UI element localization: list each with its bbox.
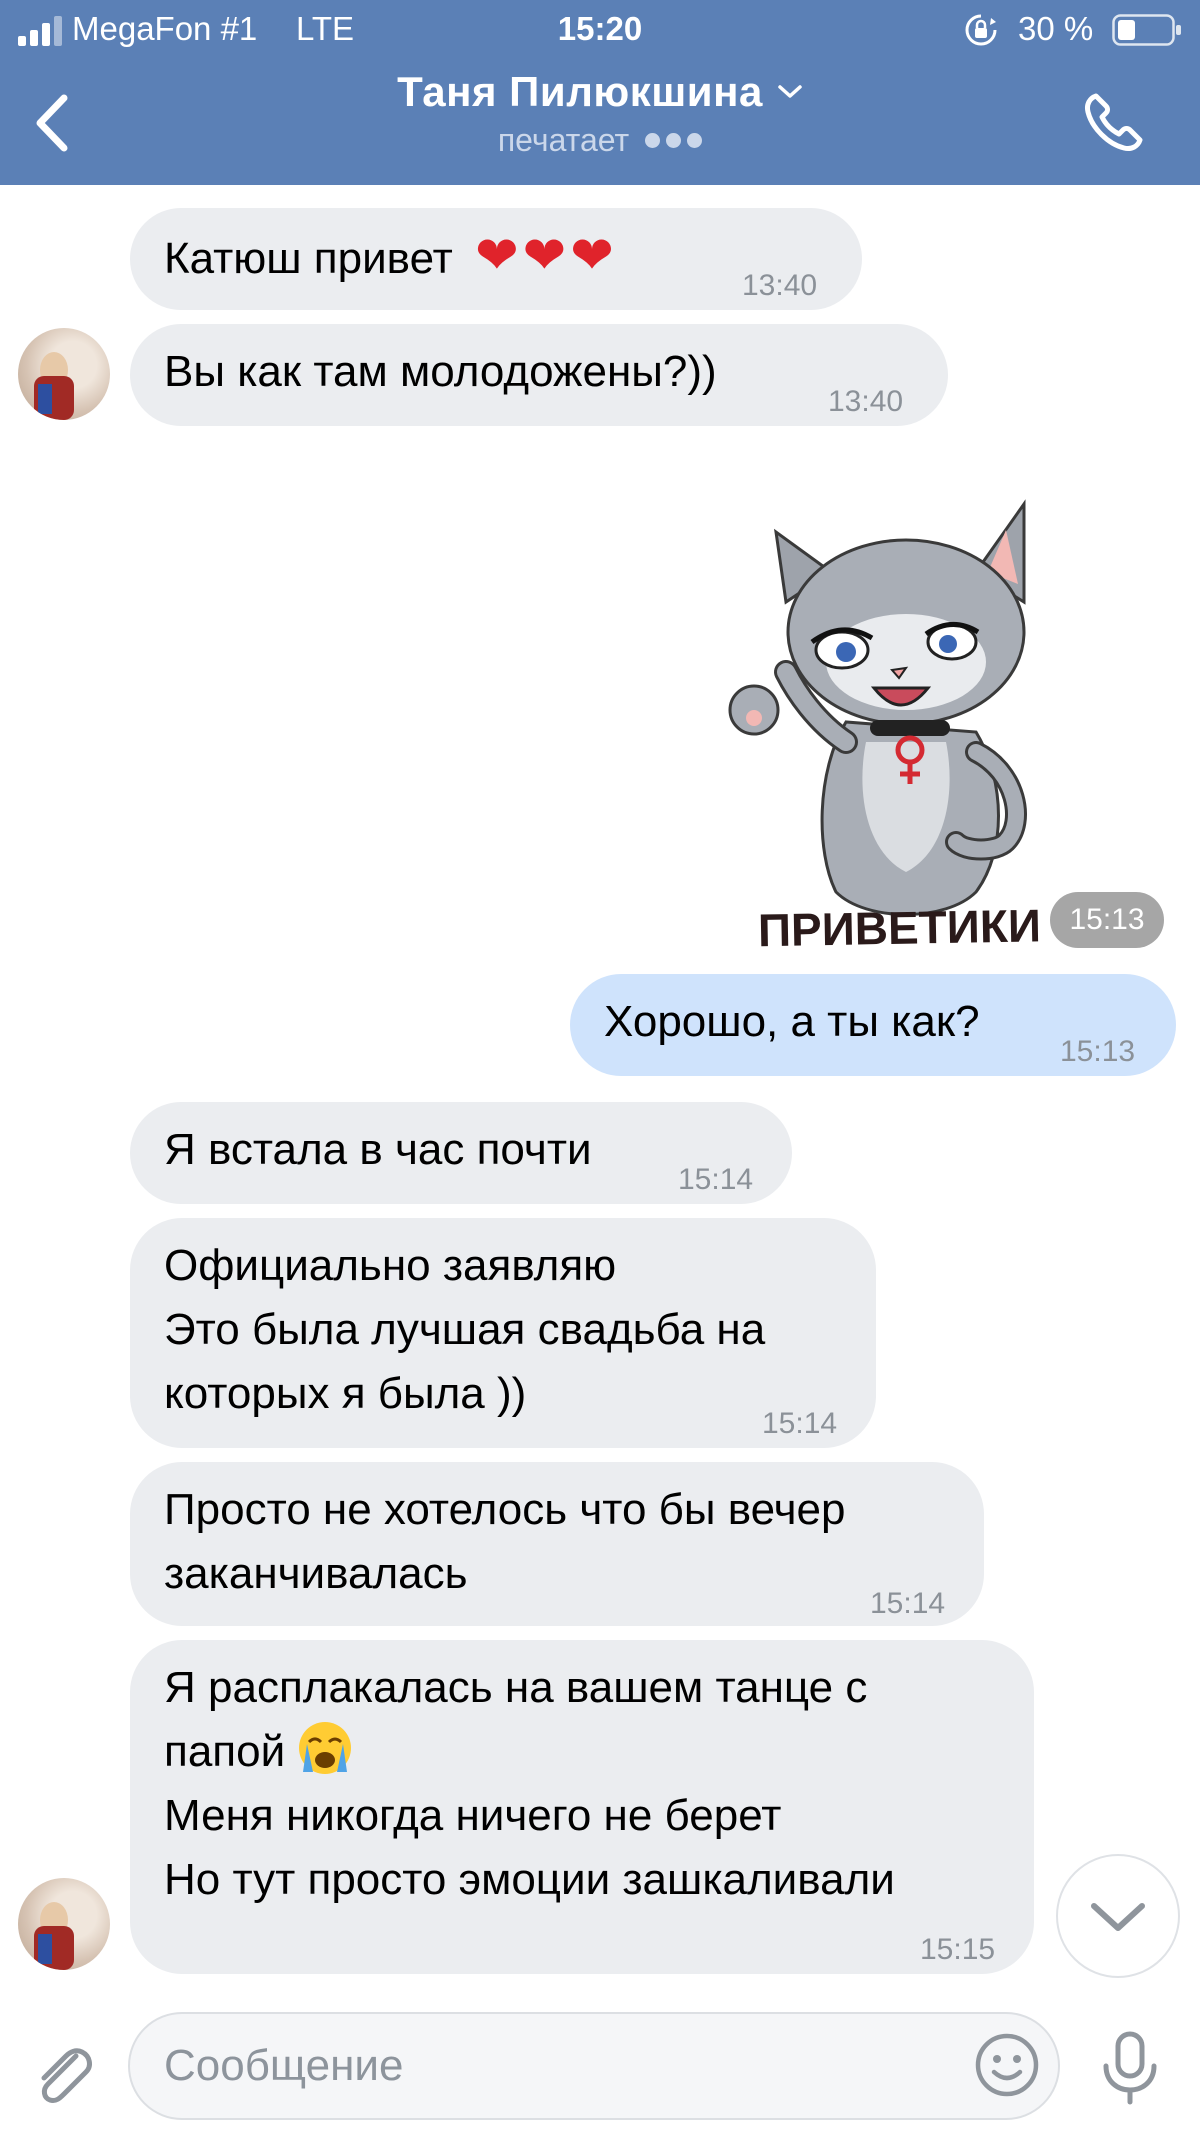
battery-percent: 30 % bbox=[1018, 10, 1094, 47]
message-bubble-incoming[interactable]: Вы как там молодожены?)) 13:40 bbox=[130, 324, 948, 426]
message-line-with-emoji: папой bbox=[164, 1720, 1000, 1784]
message-bubble-incoming[interactable]: Я расплакалась на вашем танце с папой Ме… bbox=[130, 1640, 1034, 1974]
heart-emoji-icon: ❤❤❤ bbox=[474, 227, 618, 285]
sticker-time: 15:13 bbox=[1050, 892, 1164, 948]
chevron-down-icon bbox=[778, 85, 802, 98]
scroll-down-button[interactable] bbox=[1056, 1854, 1180, 1978]
battery-icon bbox=[1112, 14, 1181, 46]
message-bubble-outgoing[interactable]: Хорошо, а ты как? 15:13 bbox=[570, 974, 1176, 1076]
message-time: 15:14 bbox=[678, 1163, 754, 1196]
message-text: Катюш привет bbox=[164, 234, 453, 283]
message-text: Хорошо, а ты как? bbox=[604, 997, 980, 1046]
cat-sticker[interactable]: ПРИВЕТИКИ bbox=[706, 492, 1066, 962]
typing-dots-icon bbox=[645, 133, 703, 148]
message-line: Это была лучшая свадьба на bbox=[164, 1305, 766, 1354]
message-line: заканчивалась bbox=[164, 1549, 468, 1598]
avatar-image bbox=[34, 352, 74, 420]
message-bubble-incoming[interactable]: Катюш привет ❤❤❤ 13:40 bbox=[130, 208, 862, 310]
message-text: Вы как там молодожены?)) bbox=[164, 347, 717, 396]
message-time: 13:40 bbox=[742, 269, 818, 302]
header-title-block[interactable]: Таня Пилюкшина печатает bbox=[0, 68, 1200, 159]
message-bubble-incoming[interactable]: Официально заявляю Это была лучшая свадь… bbox=[130, 1218, 876, 1448]
message-line: Просто не хотелось что бы вечер bbox=[164, 1485, 846, 1534]
message-bubble-incoming[interactable]: Я встала в час почти 15:14 bbox=[130, 1102, 792, 1204]
rotation-lock-icon bbox=[965, 14, 997, 46]
message-time: 15:14 bbox=[762, 1407, 838, 1440]
avatar[interactable] bbox=[18, 1878, 110, 1970]
message-time: 15:14 bbox=[870, 1587, 946, 1620]
message-time: 13:40 bbox=[828, 385, 904, 418]
message-input[interactable] bbox=[128, 2012, 1060, 2120]
message-line: Официально заявляю bbox=[164, 1241, 617, 1290]
chat-header: MegaFon #1 LTE 15:20 30 % Таня Пилюкшина… bbox=[0, 0, 1200, 185]
avatar-image bbox=[34, 1902, 74, 1970]
message-time: 15:13 bbox=[1060, 1035, 1136, 1068]
crying-face-icon bbox=[299, 1722, 352, 1774]
message-time: 15:15 bbox=[920, 1933, 996, 1966]
message-line: которых я была )) bbox=[164, 1369, 527, 1418]
message-bubble-incoming[interactable]: Просто не хотелось что бы вечер заканчив… bbox=[130, 1462, 984, 1626]
microphone-icon[interactable] bbox=[1098, 2030, 1162, 2106]
message-line: Меня никогда ничего не берет bbox=[164, 1791, 782, 1840]
phone-icon[interactable] bbox=[1078, 88, 1148, 158]
message-line: папой bbox=[164, 1727, 286, 1776]
avatar[interactable] bbox=[18, 328, 110, 420]
typing-status-text: печатает bbox=[497, 122, 630, 158]
chevron-down-icon bbox=[1091, 1903, 1145, 1931]
status-bar: MegaFon #1 LTE 15:20 30 % bbox=[0, 0, 1200, 62]
message-text: Я встала в час почти bbox=[164, 1125, 592, 1174]
message-composer bbox=[0, 2000, 1200, 2133]
message-line: Но тут просто эмоции зашкаливали bbox=[164, 1855, 895, 1904]
contact-title[interactable]: Таня Пилюкшина bbox=[397, 68, 803, 116]
paperclip-icon[interactable] bbox=[30, 2038, 94, 2108]
sticker-caption: ПРИВЕТИКИ bbox=[757, 899, 1041, 956]
typing-status: печатает bbox=[497, 122, 703, 159]
message-line: Я расплакалась на вашем танце с bbox=[164, 1663, 868, 1712]
contact-name: Таня Пилюкшина bbox=[397, 68, 763, 115]
smile-icon[interactable] bbox=[974, 2032, 1040, 2098]
